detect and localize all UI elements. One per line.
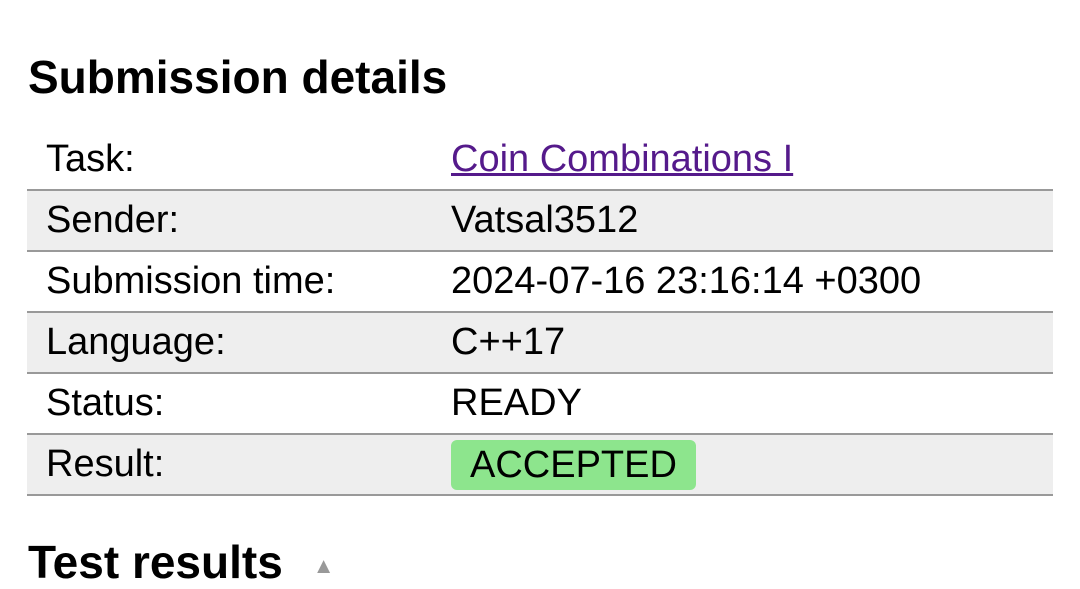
test-results-heading[interactable]: Test results ▲	[28, 535, 335, 589]
page-title: Submission details	[28, 51, 448, 103]
row-label: Result:	[27, 434, 451, 496]
table-row-submission-time: Submission time: 2024-07-16 23:16:14 +03…	[27, 251, 1053, 313]
table-row-sender: Sender: Vatsal3512	[27, 190, 1053, 252]
submission-details-table: Task: Coin Combinations I Sender: Vatsal…	[27, 130, 1053, 496]
submission-time-value: 2024-07-16 23:16:14 +0300	[451, 251, 1053, 313]
row-label: Status:	[27, 373, 451, 435]
table-row-language: Language: C++17	[27, 312, 1053, 374]
sender-value: Vatsal3512	[451, 190, 1053, 252]
table-row-result: Result: ACCEPTED	[27, 434, 1053, 496]
row-label: Task:	[27, 130, 451, 191]
table-row-task: Task: Coin Combinations I	[27, 130, 1053, 191]
row-label: Sender:	[27, 190, 451, 252]
status-value: READY	[451, 373, 1053, 435]
test-results-title: Test results	[28, 536, 283, 588]
table-row-status: Status: READY	[27, 373, 1053, 435]
row-label: Submission time:	[27, 251, 451, 313]
task-link[interactable]: Coin Combinations I	[451, 138, 793, 180]
row-label: Language:	[27, 312, 451, 374]
result-badge: ACCEPTED	[451, 439, 696, 490]
language-value: C++17	[451, 312, 1053, 374]
triangle-up-icon[interactable]: ▲	[313, 553, 335, 579]
